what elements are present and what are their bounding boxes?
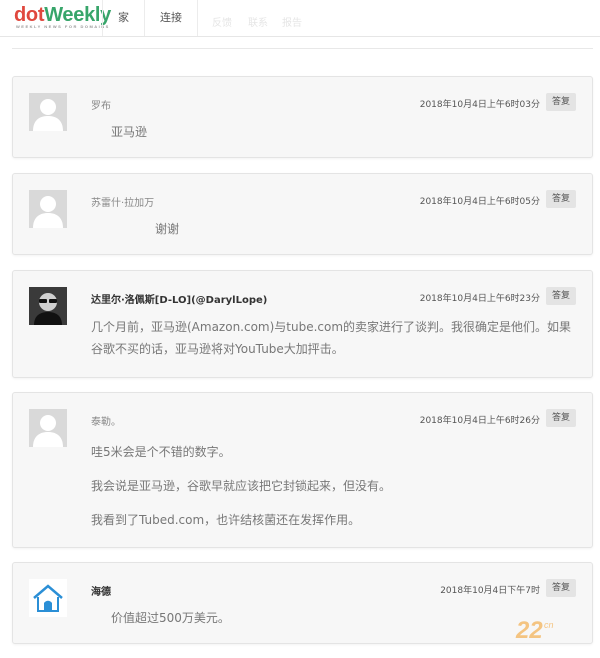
comment-text: 谢谢: [155, 222, 180, 236]
logo-tagline: WEEKLY NEWS FOR DOMAINS: [16, 24, 110, 29]
watermark-suffix: cn: [544, 620, 554, 630]
comment-text: 我会说是亚马逊，谷歌早就应该把它封锁起来，但没有。: [91, 479, 392, 493]
site-logo[interactable]: dotWeekly WEEKLY NEWS FOR DOMAINS: [14, 4, 111, 29]
reply-button[interactable]: 答复: [546, 287, 576, 305]
reply-button[interactable]: 答复: [546, 93, 576, 111]
comment-card: 罗布 2018年10月4日上午6时03分 答复 亚马逊: [12, 76, 593, 158]
avatar: [29, 287, 67, 325]
comment-author[interactable]: 泰勒。: [91, 413, 121, 428]
avatar: [29, 190, 67, 228]
comment-text: 亚马逊: [111, 125, 148, 139]
user-photo-icon: [29, 287, 67, 325]
comment-date[interactable]: 2018年10月4日上午6时23分: [420, 291, 540, 304]
logo-weekly-text: Weekly: [44, 4, 111, 26]
comment-text: 价值超过500万美元。: [111, 611, 230, 625]
header-divider: [12, 48, 593, 49]
comment-card: 海德 2018年10月4日下午7时 答复 价值超过500万美元。: [12, 562, 593, 644]
avatar: [29, 409, 67, 447]
default-avatar-icon: [33, 415, 63, 447]
comment-author[interactable]: 海德: [91, 583, 111, 598]
comment-date[interactable]: 2018年10月4日下午7时: [440, 583, 540, 596]
top-bar: dotWeekly WEEKLY NEWS FOR DOMAINS 家 连接 反…: [0, 0, 600, 37]
reply-button[interactable]: 答复: [546, 190, 576, 208]
comment-card: 苏雷什·拉加万 2018年10月4日上午6时05分 答复 谢谢: [12, 173, 593, 255]
comment-date[interactable]: 2018年10月4日上午6时03分: [420, 97, 540, 110]
faint-nav-3: 报告: [282, 18, 302, 29]
watermark-logo: 22 cn: [514, 612, 574, 648]
comment-author[interactable]: 达里尔·洛佩斯[D-LO](@DarylLope): [91, 291, 267, 306]
comment-text: 我看到了Tubed.com，也许结核菌还在发挥作用。: [91, 513, 361, 527]
comment-text: 哇5米会是个不错的数字。: [91, 445, 231, 459]
reply-button[interactable]: 答复: [546, 409, 576, 427]
logo-dot-text: dot: [14, 4, 45, 26]
comment-date[interactable]: 2018年10月4日上午6时26分: [420, 413, 540, 426]
faint-nav-2: 联系: [248, 18, 268, 29]
comment-author[interactable]: 罗布: [91, 97, 111, 112]
comment-card: 泰勒。 2018年10月4日上午6时26分 答复 哇5米会是个不错的数字。 我会…: [12, 392, 593, 548]
main-nav: 家 连接: [102, 0, 198, 36]
comment-date[interactable]: 2018年10月4日上午6时05分: [420, 194, 540, 207]
nav-item-home[interactable]: 家: [102, 0, 144, 36]
house-icon: [33, 584, 63, 612]
nav-item-links[interactable]: 连接: [144, 0, 198, 36]
default-avatar-icon: [33, 196, 63, 228]
avatar: [29, 93, 67, 131]
default-avatar-icon: [33, 99, 63, 131]
comment-text: 几个月前，亚马逊(Amazon.com)与tube.com的卖家进行了谈判。我很…: [91, 320, 572, 356]
comment-author[interactable]: 苏雷什·拉加万: [91, 194, 154, 209]
comment-card: 达里尔·洛佩斯[D-LO](@DarylLope) 2018年10月4日上午6时…: [12, 270, 593, 378]
faint-nav-1: 反馈: [212, 18, 232, 29]
watermark-number: 22: [515, 617, 543, 644]
reply-button[interactable]: 答复: [546, 579, 576, 597]
avatar: [29, 579, 67, 617]
